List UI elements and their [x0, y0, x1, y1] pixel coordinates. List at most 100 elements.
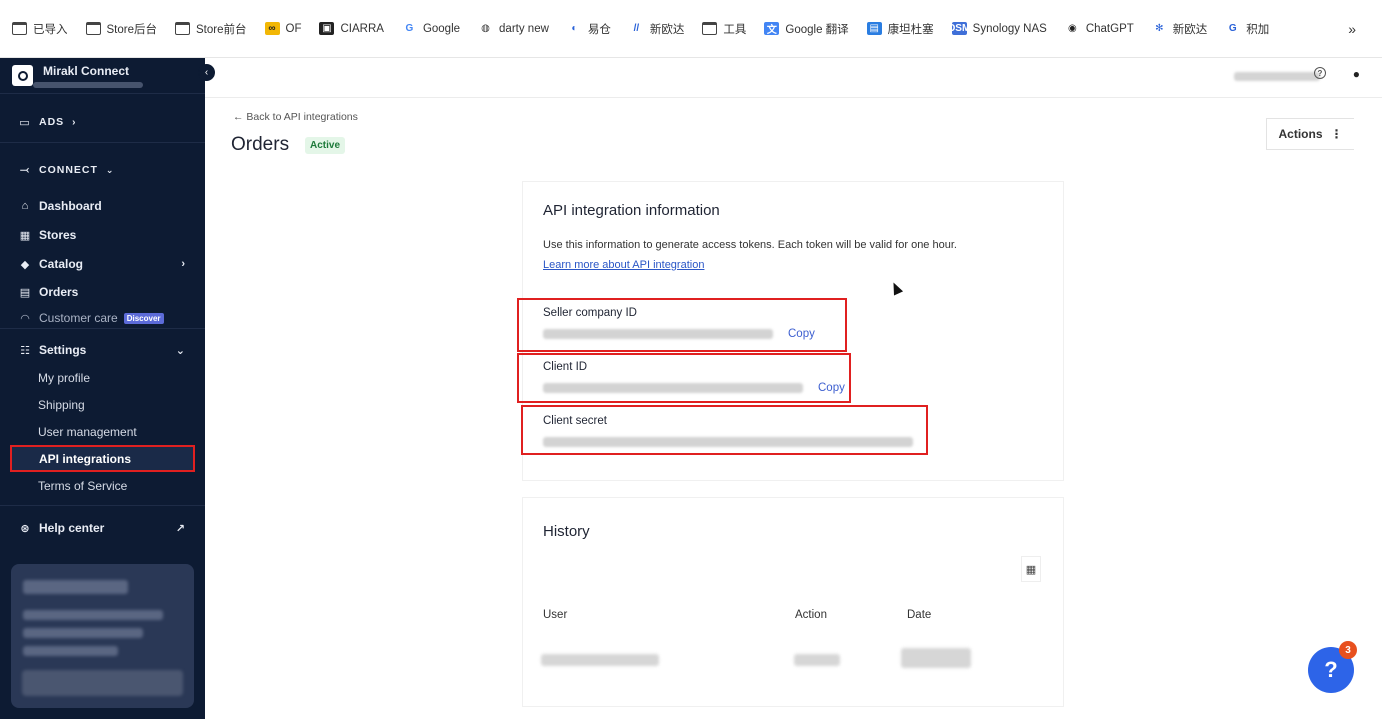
table-row-date-redacted [901, 648, 971, 668]
settings-my-profile[interactable]: My profile [38, 371, 90, 385]
bookmark-tools[interactable]: 工具 [702, 21, 746, 37]
sidebar-item-stores[interactable]: ▦ Stores [0, 225, 205, 245]
client-secret-label: Client secret [543, 415, 607, 427]
settings-api-integrations[interactable]: API integrations [10, 445, 195, 472]
nav-ads[interactable]: ▭ ADS › [0, 112, 205, 132]
google-translate-icon: 文 [764, 22, 780, 36]
bookmark-synology[interactable]: DSM Synology NAS [948, 22, 1047, 35]
lifebuoy-icon: ⊛ [20, 522, 30, 535]
chevron-down-icon: ⌄ [105, 164, 115, 175]
actions-button[interactable]: Actions ⋮ [1266, 118, 1354, 150]
bookmark-ciarra[interactable]: ▣ CIARRA [319, 22, 384, 35]
ciarra-logo-icon: ▣ [319, 22, 335, 35]
home-icon: ⌂ [21, 200, 29, 212]
globe-icon: ◍ [481, 23, 490, 34]
client-secret-highlight [521, 405, 928, 455]
user-avatar-icon[interactable]: ● [1353, 67, 1360, 81]
bookmark-google[interactable]: G Google [402, 22, 460, 35]
column-header-date: Date [907, 609, 932, 621]
collapse-sidebar-button[interactable]: ‹ [198, 64, 215, 81]
seller-company-id-value [543, 329, 773, 339]
store-icon: ▦ [19, 229, 31, 242]
history-card: History ▦ User Action Date [523, 498, 1063, 706]
monitor-icon: ▭ [19, 116, 31, 129]
divider [0, 328, 205, 329]
settings-shipping[interactable]: Shipping [38, 398, 85, 412]
bookmark-xinouda[interactable]: //新欧达 [629, 21, 685, 37]
column-header-user: User [543, 609, 568, 621]
bookmark-imported[interactable]: 已导入 [12, 21, 68, 37]
brand-header[interactable]: Mirakl Connect [0, 58, 205, 94]
contact-card-icon: ▤ [866, 22, 882, 35]
tag-icon: ◆ [20, 258, 30, 271]
user-account-card[interactable] [11, 564, 194, 708]
bookmark-contact[interactable]: ▤ 康坦杜塞 [866, 21, 934, 37]
table-row-user-redacted [541, 654, 659, 666]
mirakl-logo-icon [12, 65, 33, 86]
chevron-right-icon: › [181, 258, 185, 270]
divider [0, 142, 205, 143]
bookmark-xinouda-2[interactable]: ✻ 新欧达 [1152, 21, 1207, 37]
bookmarks-overflow-button[interactable]: » [1348, 21, 1356, 37]
folder-icon [702, 22, 718, 35]
bookmark-of[interactable]: ∞ OF [264, 22, 301, 35]
column-header-action: Action [795, 609, 827, 621]
page-title: Orders [231, 134, 290, 155]
top-header: ? ● [205, 58, 1382, 98]
settings-terms-of-service[interactable]: Terms of Service [38, 479, 127, 493]
chatgpt-logo-icon: ◉ [1067, 23, 1077, 34]
sidebar: Mirakl Connect ‹ ▭ ADS › ⤙ CONNECT ⌄ ⌂ Da… [0, 58, 215, 719]
nav-connect[interactable]: ⤙ CONNECT ⌄ [0, 160, 205, 180]
columns-icon[interactable]: ▦ [1021, 556, 1041, 582]
back-to-api-integrations-link[interactable]: ← Back to API integrations [233, 111, 358, 123]
copy-seller-company-id-button[interactable]: Copy [788, 328, 815, 340]
sidebar-item-help-center[interactable]: ⊛ Help center ↗ [0, 518, 205, 538]
connect-icon: ⤙ [20, 163, 30, 176]
api-info-description: Use this information to generate access … [543, 239, 957, 251]
api-info-title: API integration information [543, 202, 720, 219]
folder-icon [175, 22, 190, 35]
discover-badge: Discover [123, 312, 164, 324]
headset-icon: ◠ [20, 312, 30, 325]
learn-more-link[interactable]: Learn more about API integration [543, 259, 704, 271]
redacted-button[interactable] [22, 670, 183, 696]
of-logo-icon: ∞ [264, 22, 280, 35]
brand-name: Mirakl Connect [43, 63, 130, 78]
sidebar-item-customer-care[interactable]: ◠ Customer care Discover [0, 311, 205, 325]
status-badge: Active [305, 137, 346, 154]
bookmark-chatgpt[interactable]: ◉ ChatGPT [1065, 22, 1134, 35]
google-logo-icon: G [405, 23, 414, 34]
client-id-value [543, 383, 803, 393]
history-title: History [543, 523, 590, 540]
settings-user-management[interactable]: User management [38, 425, 137, 439]
seller-company-id-label: Seller company ID [543, 307, 637, 319]
redacted-text [23, 610, 163, 620]
redacted-text [23, 580, 128, 594]
bookmark-store-backend[interactable]: Store后台 [85, 21, 157, 37]
client-secret-value [543, 437, 913, 447]
bookmark-jijia[interactable]: G 积加 [1225, 21, 1269, 37]
sidebar-item-orders[interactable]: ▤ Orders [0, 282, 205, 302]
kebab-menu-icon: ⋮ [1330, 127, 1343, 141]
api-integration-info-card: API integration information Use this inf… [517, 182, 1063, 480]
bookmark-google-translate[interactable]: 文 Google 翻译 [764, 21, 849, 37]
divider [0, 505, 205, 506]
redacted-text [23, 646, 118, 656]
bookmark-store-frontend[interactable]: Store前台 [175, 21, 247, 37]
redacted-text [23, 628, 143, 638]
yicang-logo-icon: ◐ [571, 23, 578, 34]
bookmark-darty[interactable]: ◍ darty new [478, 22, 549, 35]
asterisk-logo-icon: ✻ [1155, 23, 1164, 34]
help-icon[interactable]: ? [1314, 67, 1326, 79]
sliders-icon: ☷ [20, 344, 30, 357]
chevron-down-icon: ⌄ [175, 344, 185, 357]
chat-notification-count: 3 [1339, 641, 1357, 659]
bookmarks-bar: 已导入 Store后台 Store前台 ∞ OF ▣ CIARRA G Google … [0, 0, 1382, 58]
folder-icon [85, 22, 101, 35]
bookmark-yicang[interactable]: ◐ 易仓 [567, 21, 611, 37]
sidebar-item-dashboard[interactable]: ⌂ Dashboard [0, 196, 205, 216]
external-link-icon: ↗ [175, 522, 185, 535]
sidebar-item-settings[interactable]: ☷ Settings ⌄ [0, 340, 205, 360]
sidebar-item-catalog[interactable]: ◆ Catalog › [0, 254, 205, 274]
copy-client-id-button[interactable]: Copy [818, 382, 845, 394]
